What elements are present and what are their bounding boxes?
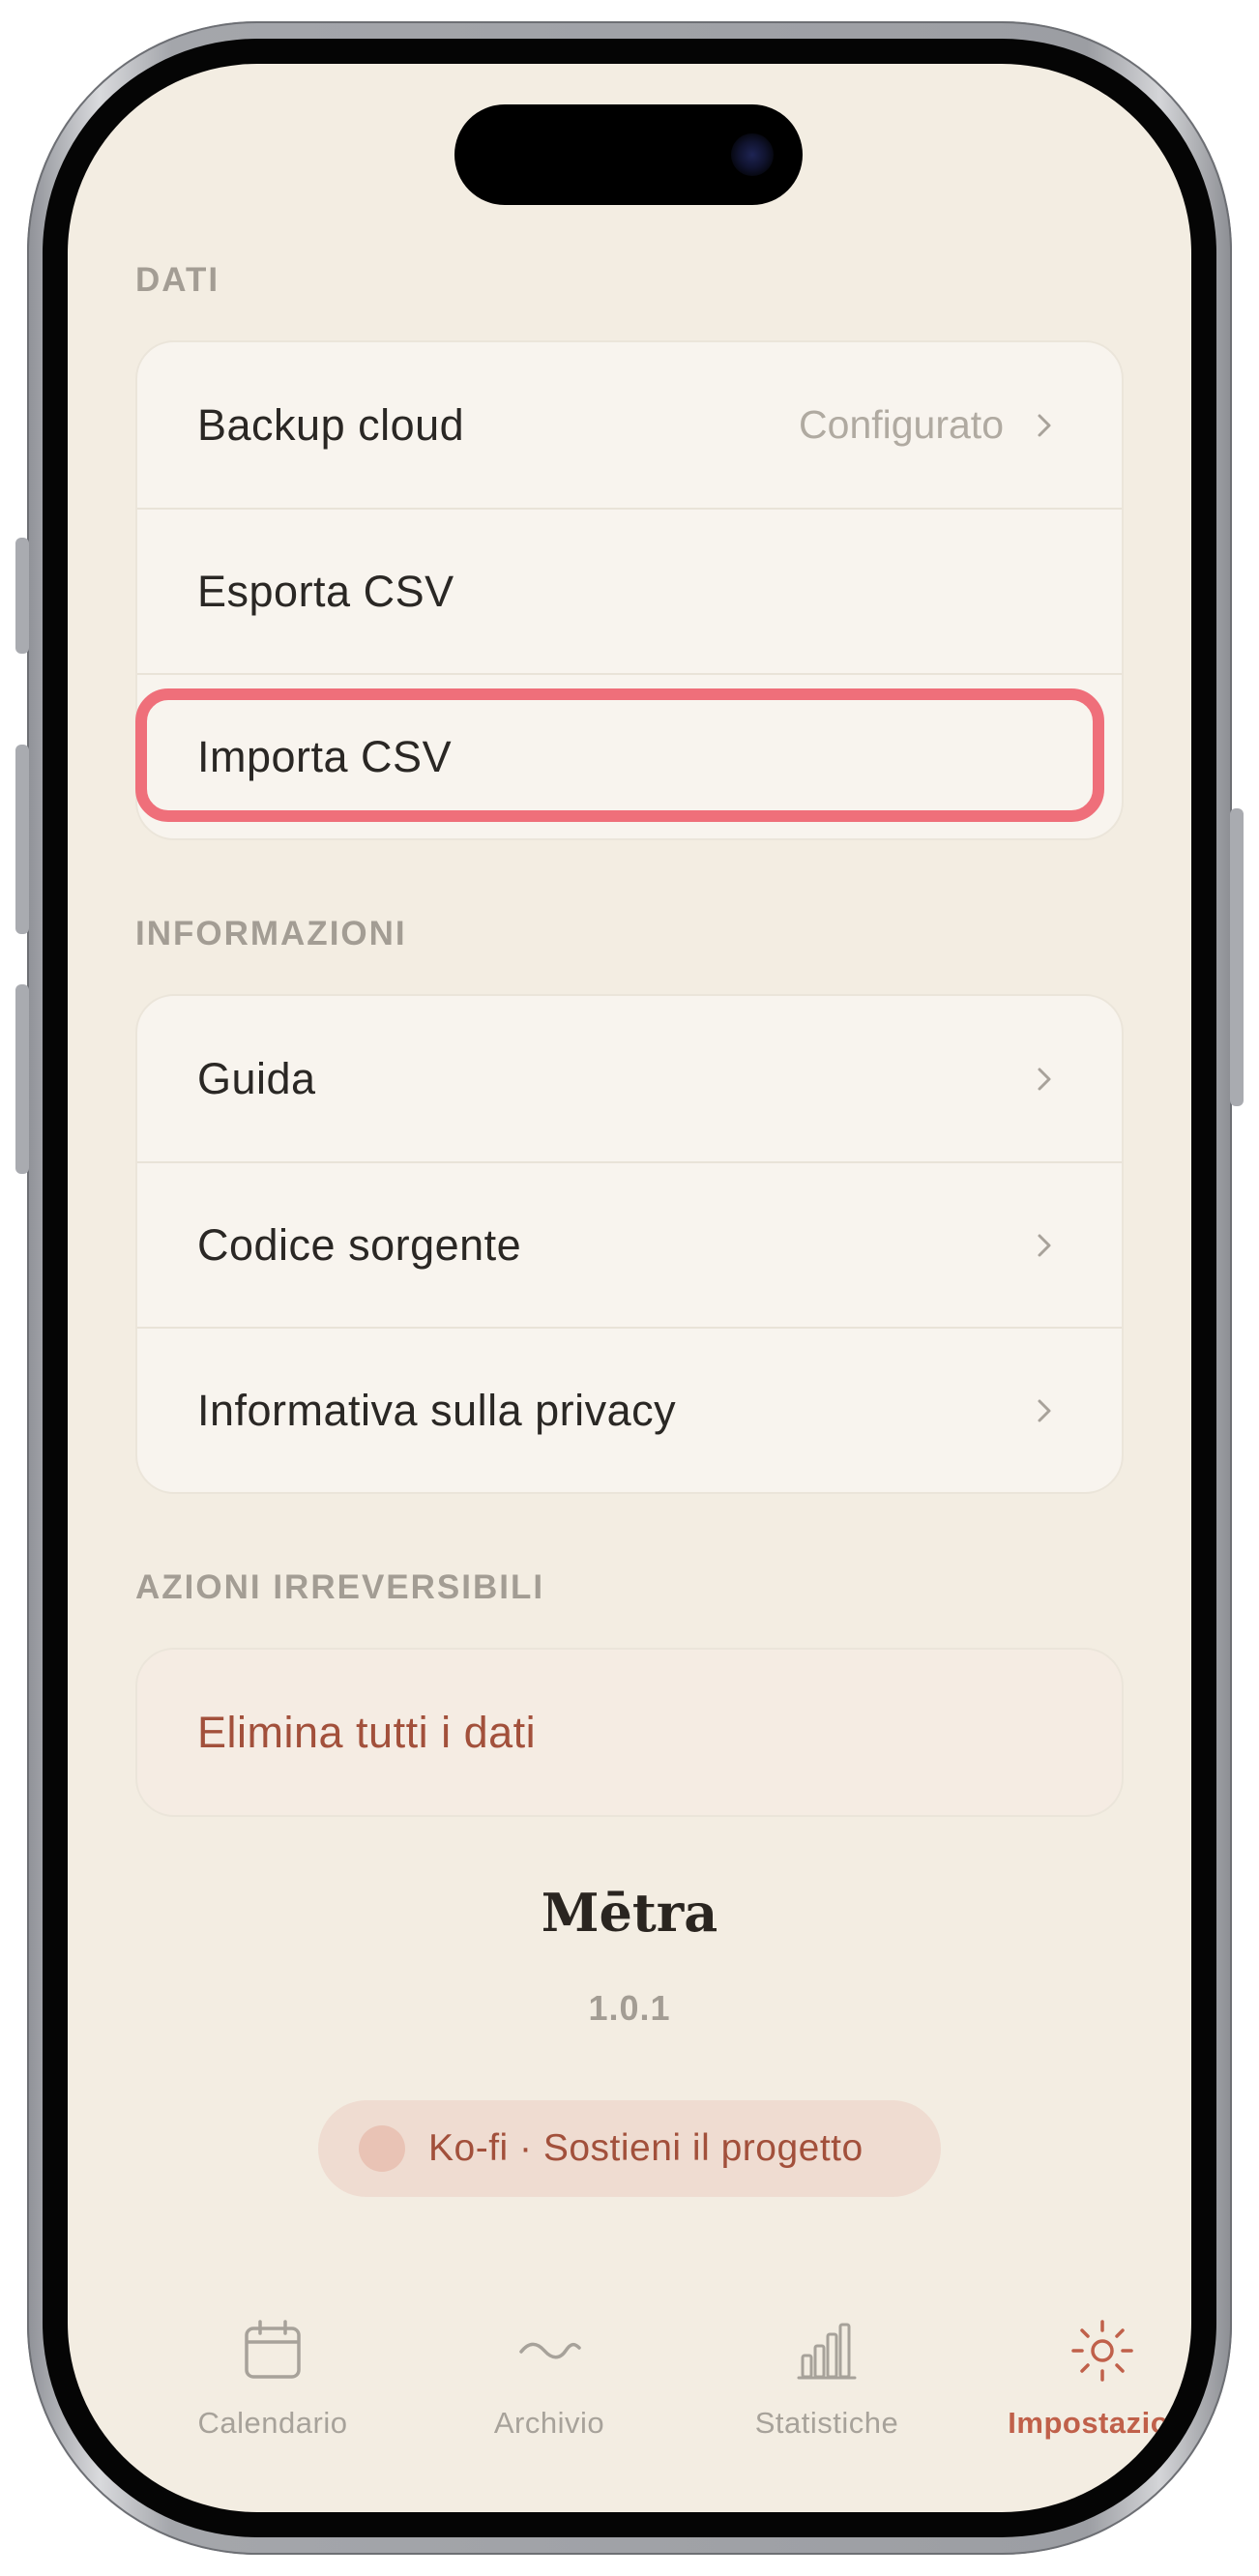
bar-chart-icon: [797, 2323, 857, 2380]
action-button: [15, 538, 29, 654]
backup-cloud-row[interactable]: Backup cloud Configurato: [137, 342, 1122, 508]
backup-cloud-label: Backup cloud: [197, 399, 465, 450]
camera-icon: [731, 133, 774, 176]
chevron-right-icon: [1038, 1234, 1051, 1256]
chevron-right-icon: [1038, 1399, 1051, 1421]
sun-icon: [1071, 2320, 1133, 2382]
privacy-policy-row[interactable]: Informativa sulla privacy: [137, 1327, 1122, 1492]
app-name: Mētra: [541, 1882, 718, 1944]
tab-impostazioni[interactable]: Impostazioni: [962, 2317, 1191, 2441]
section-title-data: DATI: [135, 261, 220, 299]
import-csv-row[interactable]: Importa CSV: [137, 673, 1122, 838]
tab-statistiche-label: Statistiche: [754, 2406, 899, 2440]
source-code-label: Codice sorgente: [197, 1219, 522, 1270]
calendar-icon: [245, 2320, 301, 2379]
chevron-right-icon: [1038, 414, 1051, 436]
volume-up-button: [15, 745, 29, 934]
tab-archivio-label: Archivio: [493, 2406, 605, 2440]
dynamic-island: [454, 104, 803, 205]
export-csv-row[interactable]: Esporta CSV: [137, 508, 1122, 673]
tab-statistiche[interactable]: Statistiche: [687, 2317, 967, 2441]
chevron-right-icon: [1038, 1068, 1051, 1090]
delete-all-data-label: Elimina tutti i dati: [197, 1707, 537, 1757]
danger-card: Elimina tutti i dati: [135, 1648, 1124, 1817]
section-title-danger: AZIONI IRREVERSIBILI: [135, 1568, 545, 1606]
guide-row[interactable]: Guida: [137, 996, 1122, 1161]
backup-cloud-status: Configurato: [799, 402, 1004, 447]
volume-down-button: [15, 984, 29, 1174]
kofi-icon: [359, 2125, 405, 2172]
info-card: Guida Codice sorgente Informativa sulla …: [135, 994, 1124, 1494]
guide-label: Guida: [197, 1053, 316, 1103]
import-csv-label: Importa CSV: [197, 731, 453, 781]
tab-calendario[interactable]: Calendario: [132, 2317, 413, 2441]
app-version: 1.0.1: [588, 1988, 671, 2028]
source-code-row[interactable]: Codice sorgente: [137, 1161, 1122, 1327]
screen: DATI Backup cloud Configurato Esporta CS…: [68, 64, 1191, 2512]
kofi-button[interactable]: Ko-fi · Sostieni il progetto: [318, 2100, 941, 2197]
kofi-label: Ko-fi · Sostieni il progetto: [428, 2127, 864, 2169]
tab-archivio[interactable]: Archivio: [409, 2317, 689, 2441]
delete-all-data-row[interactable]: Elimina tutti i dati: [137, 1650, 1122, 1815]
data-card: Backup cloud Configurato Esporta CSV Imp…: [135, 340, 1124, 840]
tab-impostazioni-label: Impostazioni: [1008, 2406, 1191, 2440]
tab-calendario-label: Calendario: [197, 2406, 348, 2440]
privacy-policy-label: Informativa sulla privacy: [197, 1385, 677, 1435]
power-button: [1230, 808, 1244, 1106]
section-title-info: INFORMAZIONI: [135, 915, 407, 952]
wave-icon: [519, 2342, 581, 2359]
tab-bar: Calendario Archivio Statistiche Impostaz…: [68, 2317, 1191, 2472]
export-csv-label: Esporta CSV: [197, 566, 454, 616]
